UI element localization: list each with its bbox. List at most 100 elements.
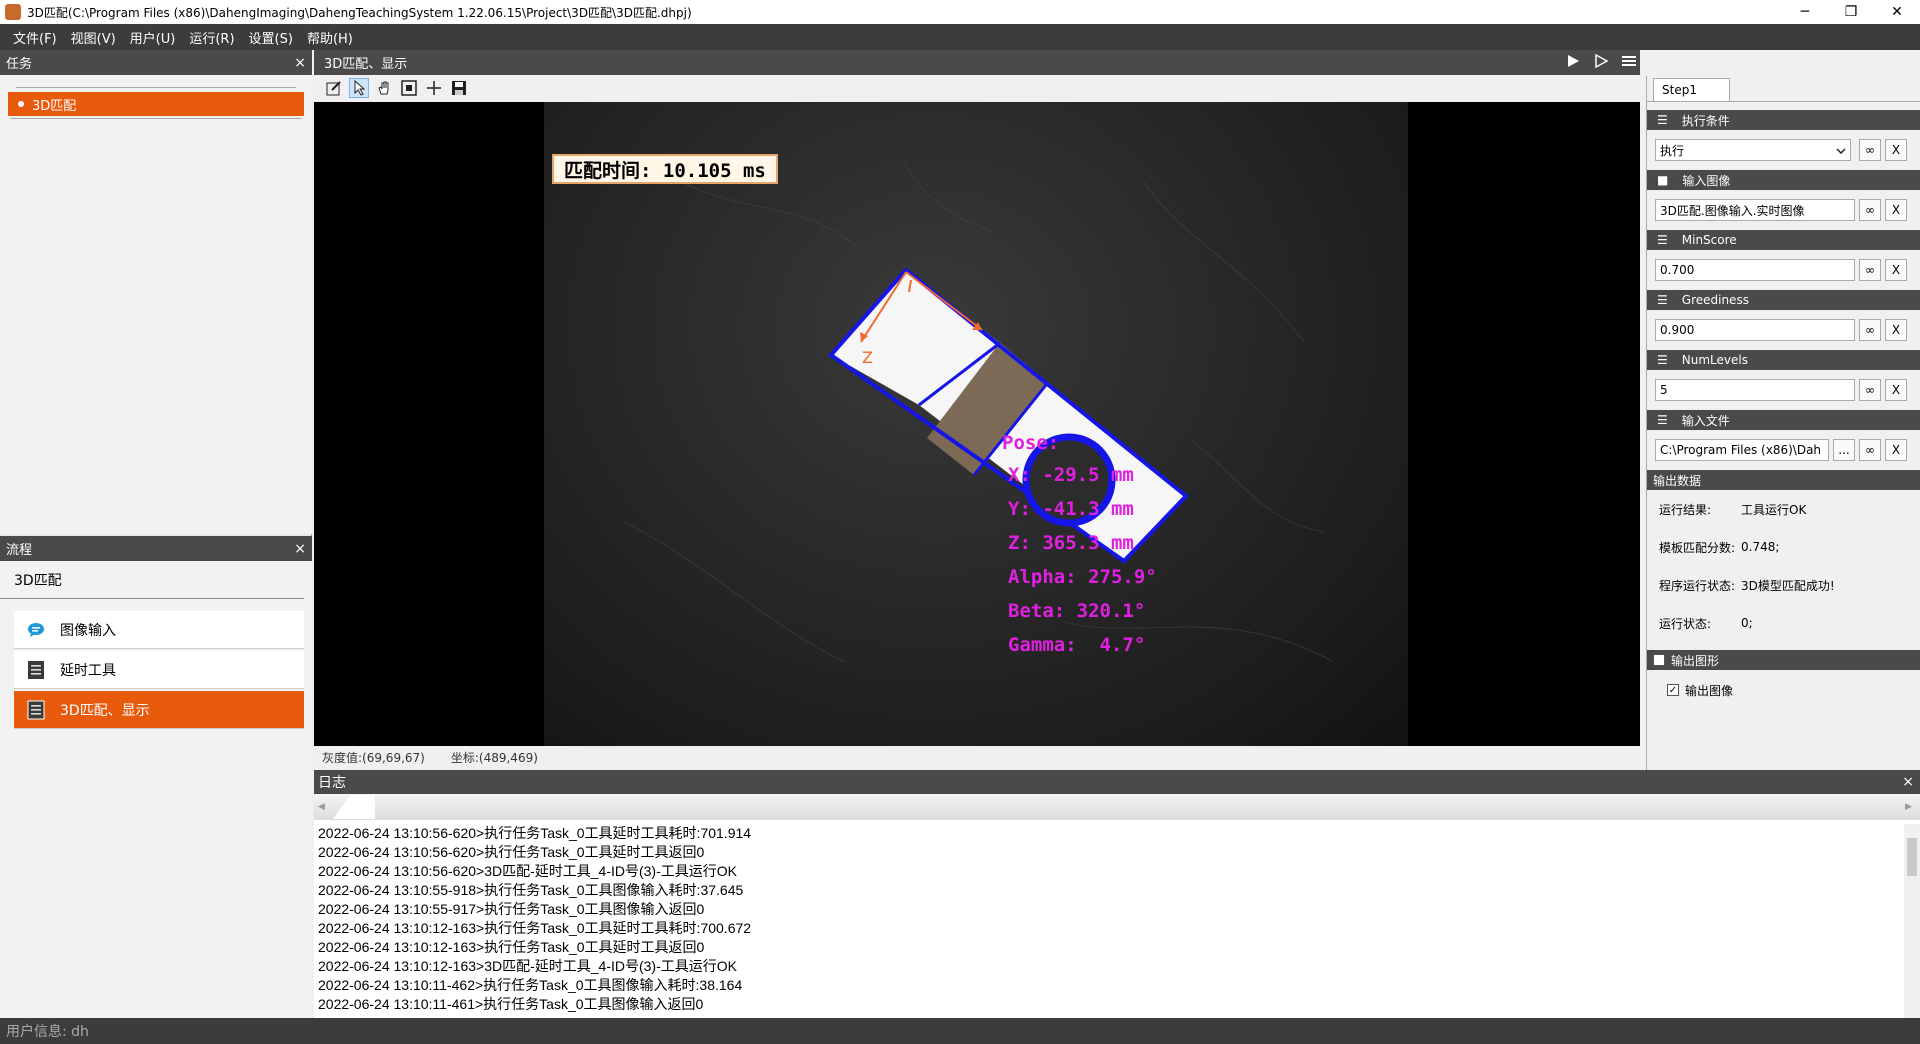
- clear-button[interactable]: X: [1885, 439, 1907, 461]
- section-exec-condition[interactable]: ☰ 执行条件: [1647, 110, 1920, 130]
- browse-button[interactable]: ...: [1833, 439, 1855, 461]
- section-input-file[interactable]: ☰ 输入文件: [1647, 410, 1920, 430]
- menu-file[interactable]: 文件(F): [13, 28, 57, 47]
- clear-button[interactable]: X: [1885, 319, 1907, 341]
- gray-value: 灰度值:(69,69,67): [322, 750, 425, 765]
- output-label: 程序运行状态:: [1659, 578, 1736, 593]
- crosshair-icon[interactable]: [424, 78, 444, 98]
- edit-icon[interactable]: [324, 78, 344, 98]
- clear-button[interactable]: X: [1885, 199, 1907, 221]
- output-label: 运行结果:: [1659, 502, 1712, 517]
- section-title: 输入文件: [1681, 413, 1730, 428]
- menu-view[interactable]: 视图(V): [71, 28, 116, 47]
- image-toolbar: [314, 75, 1640, 101]
- document-icon: [26, 700, 46, 720]
- menu-bar: 文件(F) 视图(V) 用户(U) 运行(R) 设置(S) 帮助(H): [0, 24, 1920, 50]
- output-graphics-checkbox[interactable]: ✓: [1653, 654, 1665, 666]
- log-list[interactable]: 2022-06-24 13:10:56-620>执行任务Task_0工具延时工具…: [318, 824, 1898, 1018]
- section-title: 执行条件: [1681, 113, 1730, 128]
- hand-icon[interactable]: [374, 78, 394, 98]
- list-icon: ☰: [1657, 233, 1668, 247]
- log-line: 2022-06-24 13:10:56-620>执行任务Task_0工具延时工具…: [318, 844, 705, 860]
- menu-icon[interactable]: [1622, 55, 1636, 71]
- link-button[interactable]: ∞: [1859, 259, 1881, 281]
- section-title: NumLevels: [1681, 353, 1748, 367]
- link-button[interactable]: ∞: [1859, 379, 1881, 401]
- flow-item-delay-tool[interactable]: 延时工具: [14, 651, 304, 689]
- app-icon: [5, 4, 21, 20]
- input-image-field[interactable]: 3D匹配.图像输入.实时图像: [1655, 199, 1855, 221]
- pose-beta: Beta: 320.1°: [1008, 600, 1146, 622]
- divider: [16, 87, 296, 88]
- section-title: MinScore: [1681, 233, 1737, 247]
- minimize-button[interactable]: ─: [1782, 0, 1828, 24]
- chevron-right-icon[interactable]: ▶: [1905, 802, 1912, 812]
- image-viewer[interactable]: Z Pose: X: -29.5 mm Y: -41.3 mm Z: 365.3…: [314, 102, 1640, 746]
- minscore-field[interactable]: 0.700: [1655, 259, 1855, 281]
- flow-panel: 流程 × 3D匹配 图像输入 延时工具 3D匹配、显示: [0, 536, 312, 1018]
- section-minscore[interactable]: ☰ MinScore: [1647, 230, 1920, 250]
- log-scrollbar[interactable]: [1904, 824, 1920, 1018]
- tab-step1[interactable]: Step1: [1653, 78, 1730, 101]
- flow-item-label: 图像输入: [60, 622, 116, 639]
- user-info: 用户信息: dh: [6, 1024, 89, 1040]
- clear-button[interactable]: X: [1885, 379, 1907, 401]
- task-panel-header: 任务 ×: [0, 50, 312, 75]
- log-line: 2022-06-24 13:10:55-918>执行任务Task_0工具图像输入…: [318, 882, 744, 898]
- fit-icon[interactable]: [399, 78, 419, 98]
- link-button[interactable]: ∞: [1859, 319, 1881, 341]
- task-item[interactable]: 3D匹配: [8, 92, 304, 116]
- section-input-image[interactable]: ■ 输入图像: [1647, 170, 1920, 190]
- save-icon[interactable]: [449, 78, 469, 98]
- chevron-left-icon[interactable]: ◀: [318, 802, 325, 812]
- section-title: Greediness: [1681, 293, 1749, 307]
- link-button[interactable]: ∞: [1859, 439, 1881, 461]
- divider: [10, 118, 302, 119]
- list-icon: ☰: [1657, 113, 1668, 127]
- link-button[interactable]: ∞: [1859, 199, 1881, 221]
- menu-help[interactable]: 帮助(H): [307, 28, 353, 47]
- flow-panel-close-icon[interactable]: ×: [294, 541, 306, 557]
- exec-condition-select[interactable]: 执行: [1655, 139, 1851, 161]
- flow-name: 3D匹配: [0, 561, 304, 599]
- step-icon[interactable]: [1594, 53, 1609, 72]
- task-item-label: 3D匹配: [32, 98, 77, 114]
- output-image-checkbox[interactable]: ✓: [1667, 684, 1679, 696]
- log-line: 2022-06-24 13:10:56-620>3D匹配-延时工具_4-ID号(…: [318, 863, 737, 879]
- flow-item-3d-match-display[interactable]: 3D匹配、显示: [14, 691, 304, 729]
- clear-button[interactable]: X: [1885, 139, 1907, 161]
- section-greediness[interactable]: ☰ Greediness: [1647, 290, 1920, 310]
- numlevels-field[interactable]: 5: [1655, 379, 1855, 401]
- maximize-button[interactable]: ❐: [1828, 0, 1874, 24]
- link-button[interactable]: ∞: [1859, 139, 1881, 161]
- menu-run[interactable]: 运行(R): [189, 28, 234, 47]
- axis-z-label: Z: [862, 348, 873, 367]
- menu-settings[interactable]: 设置(S): [249, 28, 293, 47]
- scrollbar-thumb[interactable]: [1907, 838, 1917, 876]
- flow-item-image-input[interactable]: 图像输入: [14, 611, 304, 649]
- greediness-field[interactable]: 0.900: [1655, 319, 1855, 341]
- input-file-field[interactable]: C:\Program Files (x86)\Dah: [1655, 439, 1829, 461]
- output-row: 程序运行状态: 3D模型匹配成功!: [1647, 566, 1920, 604]
- square-icon: ■: [1657, 173, 1669, 187]
- clear-button[interactable]: X: [1885, 259, 1907, 281]
- output-label: 运行状态:: [1659, 616, 1712, 631]
- close-button[interactable]: ✕: [1874, 0, 1920, 24]
- pointer-icon[interactable]: [349, 78, 369, 98]
- play-icon[interactable]: [1566, 54, 1580, 72]
- document-tab-title[interactable]: 3D匹配、显示: [324, 53, 407, 72]
- section-numlevels[interactable]: ☰ NumLevels: [1647, 350, 1920, 370]
- bullet-icon: [18, 101, 24, 107]
- log-tab[interactable]: [332, 795, 375, 819]
- list-icon: ☰: [1657, 353, 1668, 367]
- task-panel-close-icon[interactable]: ×: [294, 55, 306, 71]
- image-document: 3D匹配、显示 Z Pose: X: -29.5 mm Y: -41.3 mm …: [314, 50, 1640, 768]
- camera-image: Z Pose: X: -29.5 mm Y: -41.3 mm Z: 365.3…: [544, 102, 1408, 746]
- viewer-status-row: 灰度值:(69,69,67) 坐标:(489,469): [314, 746, 1640, 768]
- output-value: 0.748;: [1741, 540, 1780, 554]
- log-panel-close-icon[interactable]: ×: [1902, 774, 1914, 790]
- log-panel-title: 日志: [318, 775, 346, 791]
- menu-user[interactable]: 用户(U): [130, 28, 176, 47]
- section-output-graphics[interactable]: ✓ 输出图形: [1647, 650, 1920, 670]
- output-image-label: 输出图像: [1685, 683, 1734, 698]
